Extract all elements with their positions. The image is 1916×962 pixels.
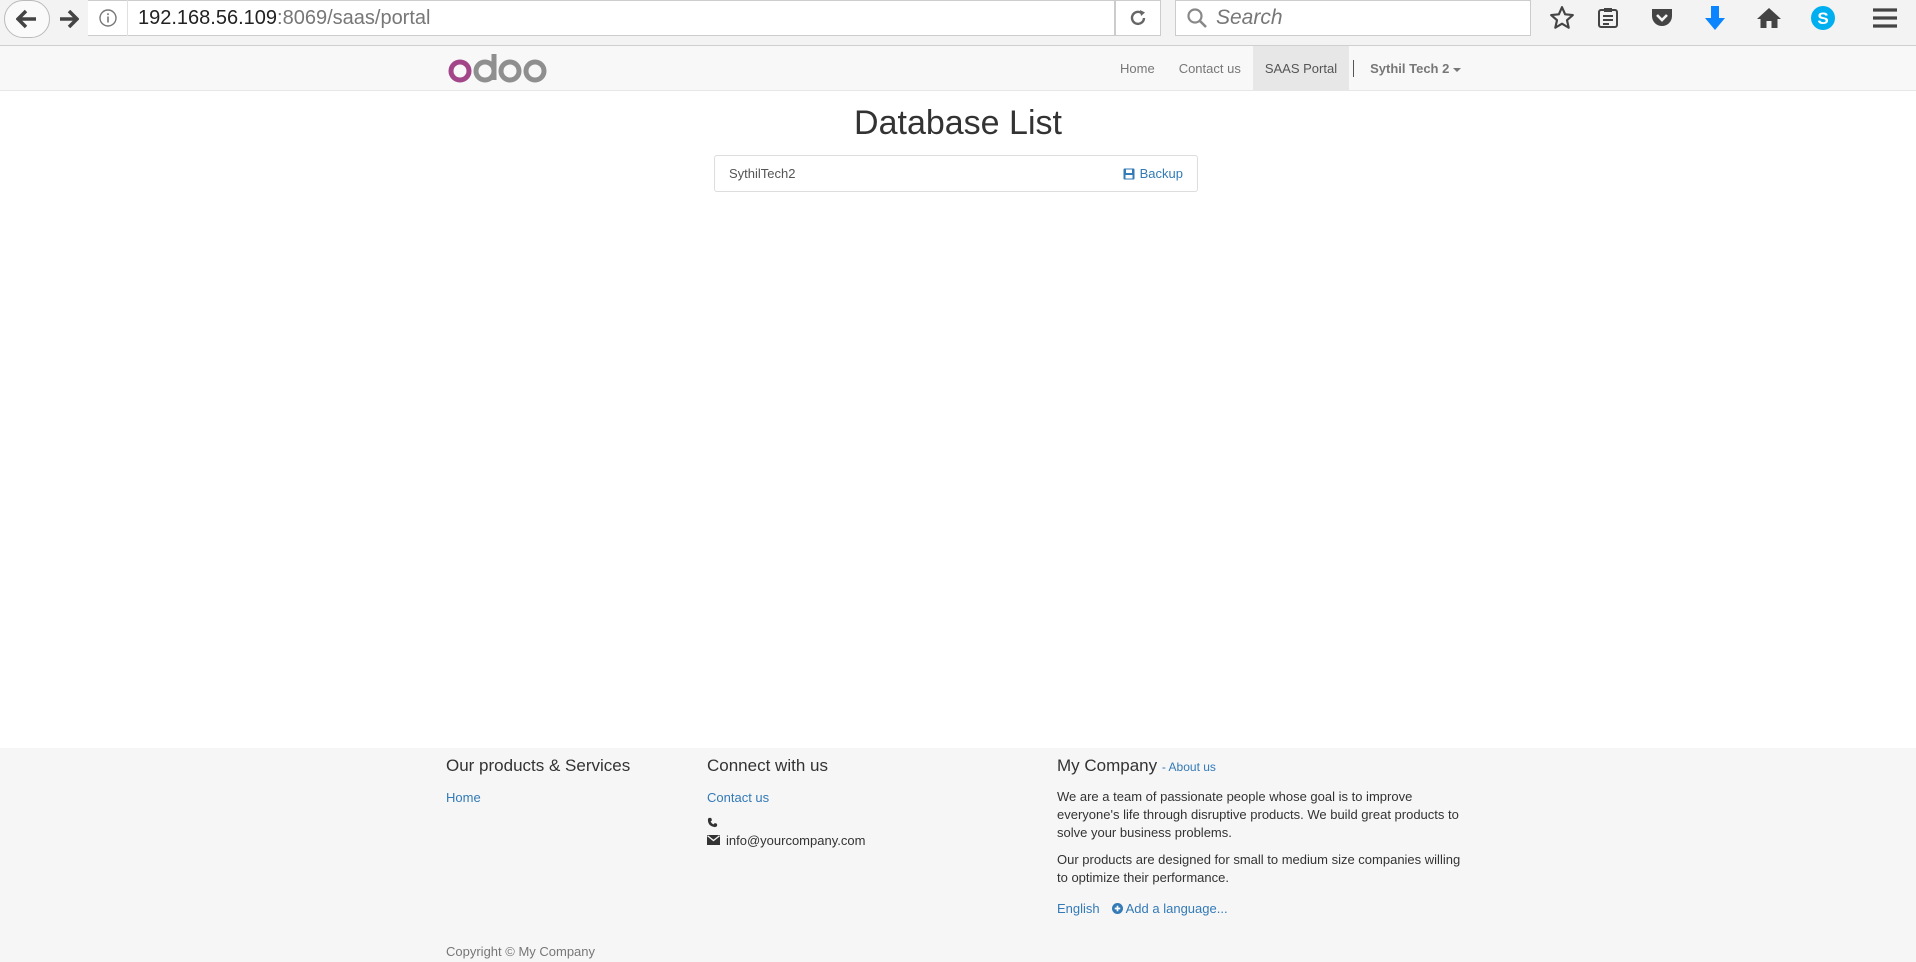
home-button[interactable]: [1750, 3, 1788, 33]
reading-list-button[interactable]: [1589, 3, 1627, 33]
arrow-left-icon: [16, 9, 36, 29]
home-icon: [1757, 8, 1781, 28]
user-name: Sythil Tech 2: [1370, 61, 1450, 76]
phone-row: [707, 813, 1007, 831]
language-english[interactable]: English: [1057, 901, 1100, 916]
nav-contact-us[interactable]: Contact us: [1167, 46, 1253, 91]
skype-icon: S: [1811, 6, 1835, 30]
company-description-2: Our products are designed for small to m…: [1057, 852, 1461, 885]
arrow-right-icon: [60, 10, 79, 28]
url-path: :8069/saas/portal: [277, 6, 431, 29]
site-navbar: Home Contact us SAAS Portal Sythil Tech …: [0, 46, 1916, 91]
odoo-logo[interactable]: [448, 52, 548, 86]
reload-icon: [1130, 10, 1146, 26]
add-language-label: Add a language...: [1125, 901, 1228, 916]
nav-divider: [1353, 60, 1355, 77]
star-icon: [1550, 6, 1574, 29]
page-title: Database List: [854, 104, 1062, 142]
phone-icon: [707, 817, 718, 827]
clipboard-icon: [1598, 8, 1618, 28]
save-icon: [1123, 168, 1135, 179]
search-input[interactable]: Search: [1175, 0, 1531, 36]
url-text: 192.168.56.109:8069/saas/portal: [128, 7, 430, 30]
footer-contact-link[interactable]: Contact us: [707, 790, 1007, 805]
connect-heading: Connect with us: [707, 756, 828, 775]
odoo-logo-mark: [448, 54, 547, 83]
address-bar[interactable]: 192.168.56.109:8069/saas/portal: [88, 0, 1115, 36]
pocket-button[interactable]: [1643, 3, 1681, 33]
company-heading-row: My Company - About us: [1057, 756, 1467, 776]
plus-circle-icon: [1111, 903, 1123, 914]
envelope-icon: [707, 835, 720, 845]
nav-saas-portal[interactable]: SAAS Portal: [1252, 46, 1350, 91]
copyright: Copyright © My Company: [446, 944, 596, 959]
site-footer: Our products & Services Home Connect wit…: [0, 748, 1916, 962]
footer-connect: Connect with us Contact us info@yourcomp…: [707, 756, 1007, 849]
url-host: 192.168.56.109: [138, 6, 278, 29]
forward-button[interactable]: [50, 3, 88, 35]
navbar-menu: Home Contact us SAAS Portal Sythil Tech …: [1108, 46, 1473, 91]
downloads-button[interactable]: [1696, 3, 1734, 33]
search-placeholder: Search: [1216, 6, 1283, 29]
backup-label: Backup: [1139, 166, 1183, 181]
bookmark-star-button[interactable]: [1543, 3, 1581, 33]
browser-toolbar: 192.168.56.109:8069/saas/portal Search S: [0, 0, 1916, 46]
hamburger-icon: [1873, 8, 1897, 28]
reload-button[interactable]: [1115, 0, 1161, 36]
database-item: SythilTech2 Backup: [714, 155, 1198, 192]
products-heading: Our products & Services: [446, 756, 631, 775]
add-language-link[interactable]: Add a language...: [1111, 901, 1228, 916]
backup-button[interactable]: Backup: [1123, 166, 1183, 181]
nav-home[interactable]: Home: [1108, 46, 1167, 91]
caret-down-icon: [1453, 67, 1462, 72]
download-icon: [1705, 6, 1725, 30]
language-row: English Add a language...: [1057, 901, 1467, 916]
footer-email: info@yourcompany.com: [726, 832, 866, 848]
footer-company: My Company - About us We are a team of p…: [1057, 756, 1467, 916]
menu-button[interactable]: [1866, 3, 1904, 33]
footer-products: Our products & Services Home: [446, 756, 686, 805]
back-button[interactable]: [4, 0, 50, 38]
skype-button[interactable]: S: [1804, 3, 1842, 33]
search-icon: [1187, 8, 1207, 28]
svg-text:S: S: [1817, 9, 1828, 28]
about-us-link[interactable]: - About us: [1162, 760, 1216, 774]
company-description-1: We are a team of passionate people whose…: [1057, 789, 1459, 840]
info-icon[interactable]: [88, 0, 128, 36]
company-heading: My Company: [1057, 756, 1158, 775]
database-name: SythilTech2: [729, 166, 796, 181]
footer-home-link[interactable]: Home: [446, 790, 686, 805]
pocket-icon: [1652, 9, 1672, 26]
email-row: info@yourcompany.com: [707, 831, 1007, 849]
user-menu[interactable]: Sythil Tech 2: [1358, 46, 1473, 91]
